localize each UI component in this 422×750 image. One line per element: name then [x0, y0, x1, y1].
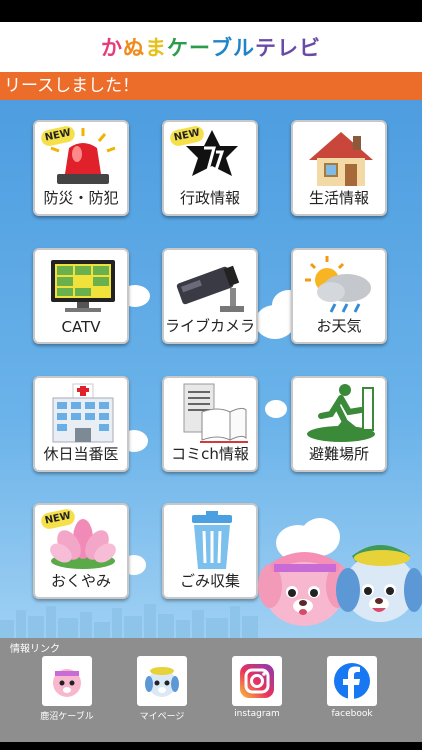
app-header: かぬまケーブルテレビ: [0, 22, 422, 72]
house-icon: [301, 126, 381, 188]
footer-link[interactable]: 鹿沼ケーブル: [34, 656, 100, 722]
kanuma-cable-tv-logo: かぬまケーブルテレビ: [101, 32, 321, 62]
logo-char: ブ: [211, 36, 233, 60]
status-bar: [0, 0, 422, 22]
footer-link-label: instagram: [234, 709, 280, 719]
newspaper-icon: [172, 382, 252, 444]
menu-tile[interactable]: 避難場所: [291, 376, 387, 472]
logo-char: ぬ: [123, 36, 145, 60]
menu-tile[interactable]: NEW おくやみ: [33, 503, 129, 599]
menu-tile-label: ごみ収集: [179, 572, 240, 590]
menu-tile-label: 生活情報: [308, 189, 369, 207]
menu-tile[interactable]: ごみ収集: [162, 503, 258, 599]
menu-tile[interactable]: ライブカメラ: [162, 248, 258, 344]
logo-char: テ: [255, 36, 277, 60]
hospital-icon: [43, 382, 123, 444]
news-ticker[interactable]: リースしました！: [0, 72, 422, 100]
camera-icon: [172, 254, 252, 316]
mascot-pink-icon: [42, 656, 92, 706]
logo-char: か: [101, 36, 123, 60]
menu-tile-label: CATV: [61, 318, 101, 336]
footer-link-label: 鹿沼ケーブル: [40, 712, 94, 722]
footer-link-label: マイページ: [139, 712, 185, 722]
menu-tile[interactable]: 休日当番医: [33, 376, 129, 472]
menu-tile[interactable]: CATV: [33, 248, 129, 344]
facebook-icon: [327, 656, 377, 706]
logo-char: ル: [233, 36, 255, 60]
trash-can-icon: [172, 509, 252, 571]
logo-char: ケ: [167, 36, 189, 60]
mascot-characters: [258, 545, 422, 626]
footer-link[interactable]: マイページ: [129, 656, 195, 722]
footer-link[interactable]: facebook: [319, 656, 385, 719]
instagram-icon: [232, 656, 282, 706]
menu-tile-label: 防災・防犯: [43, 189, 119, 207]
weather-icon: [301, 254, 381, 316]
menu-tile[interactable]: お天気: [291, 248, 387, 344]
menu-tile-label: 休日当番医: [43, 445, 119, 463]
menu-tile-label: 避難場所: [308, 445, 369, 463]
logo-char: ビ: [299, 36, 321, 60]
menu-tile-label: お天気: [316, 317, 362, 335]
evacuation-icon: [301, 382, 381, 444]
menu-tile[interactable]: NEW 防災・防犯: [33, 120, 129, 216]
menu-tile-label: ライブカメラ: [164, 317, 255, 335]
footer-link-label: facebook: [331, 709, 373, 719]
footer-link[interactable]: instagram: [224, 656, 290, 719]
logo-char: レ: [277, 36, 299, 60]
menu-area: NEW 防災・防犯 NEW 行政情報生活情報 CATV ライブカメラ お天気休日当番医 コミc…: [0, 100, 422, 638]
menu-tile-label: おくやみ: [50, 572, 111, 590]
mascot-blue-icon: [137, 656, 187, 706]
ticker-text: リースしました！: [4, 76, 140, 96]
blue-mascot-icon: [336, 545, 422, 622]
logo-char: ー: [189, 36, 211, 60]
menu-tile[interactable]: コミch情報: [162, 376, 258, 472]
menu-tile[interactable]: 生活情報: [291, 120, 387, 216]
logo-char: ま: [145, 36, 167, 60]
info-links-footer: 情報リンク 鹿沼ケーブル マイページ instagram facebook: [0, 638, 422, 742]
menu-tile-label: コミch情報: [171, 445, 249, 463]
menu-tile-label: 行政情報: [179, 189, 240, 207]
bottom-bar: [0, 742, 422, 750]
menu-tile[interactable]: NEW 行政情報: [162, 120, 258, 216]
info-links-title: 情報リンク: [10, 644, 60, 655]
tv-icon: [43, 254, 123, 316]
